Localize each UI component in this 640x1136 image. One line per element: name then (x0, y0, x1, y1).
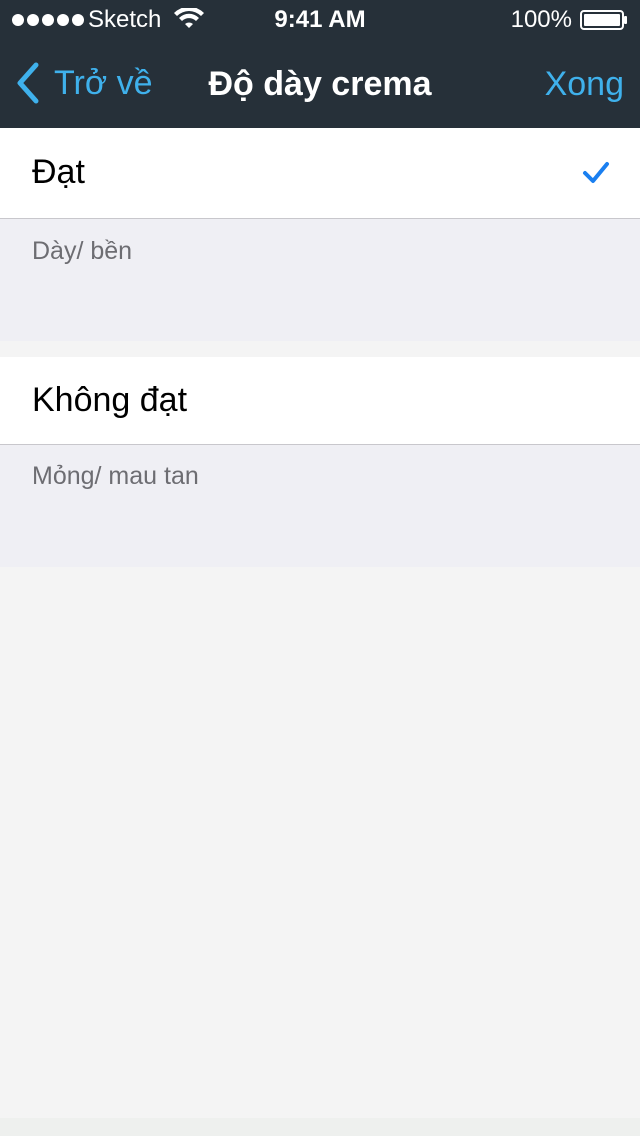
back-button-label: Trở về (54, 64, 153, 102)
option-label: Không đạt (32, 381, 188, 419)
option-footer: Mỏng/ mau tan (0, 445, 640, 567)
option-row-dat[interactable]: Đạt (0, 128, 640, 219)
option-label: Đạt (32, 153, 85, 191)
screen: Sketch 9:41 AM 100% Trở về Độ dày crema … (0, 0, 640, 1136)
option-description: Mỏng/ mau tan (32, 462, 199, 490)
done-button[interactable]: Xong (545, 64, 624, 104)
checkmark-icon (583, 162, 609, 183)
status-bar: Sketch 9:41 AM 100% (0, 0, 640, 40)
option-footer: Dày/ bền (0, 219, 640, 341)
top-bar: Sketch 9:41 AM 100% Trở về Độ dày crema … (0, 0, 640, 128)
battery-percent: 100% (510, 6, 572, 33)
option-description: Dày/ bền (32, 237, 133, 265)
bottom-edge (0, 1118, 640, 1136)
navigation-bar: Trở về Độ dày crema Xong (0, 40, 640, 128)
page-title: Độ dày crema (208, 65, 432, 103)
battery-icon (580, 10, 627, 30)
back-button[interactable]: Trở về (14, 58, 152, 108)
option-row-khong-dat[interactable]: Không đạt (0, 357, 640, 445)
chevron-left-icon (17, 62, 39, 104)
